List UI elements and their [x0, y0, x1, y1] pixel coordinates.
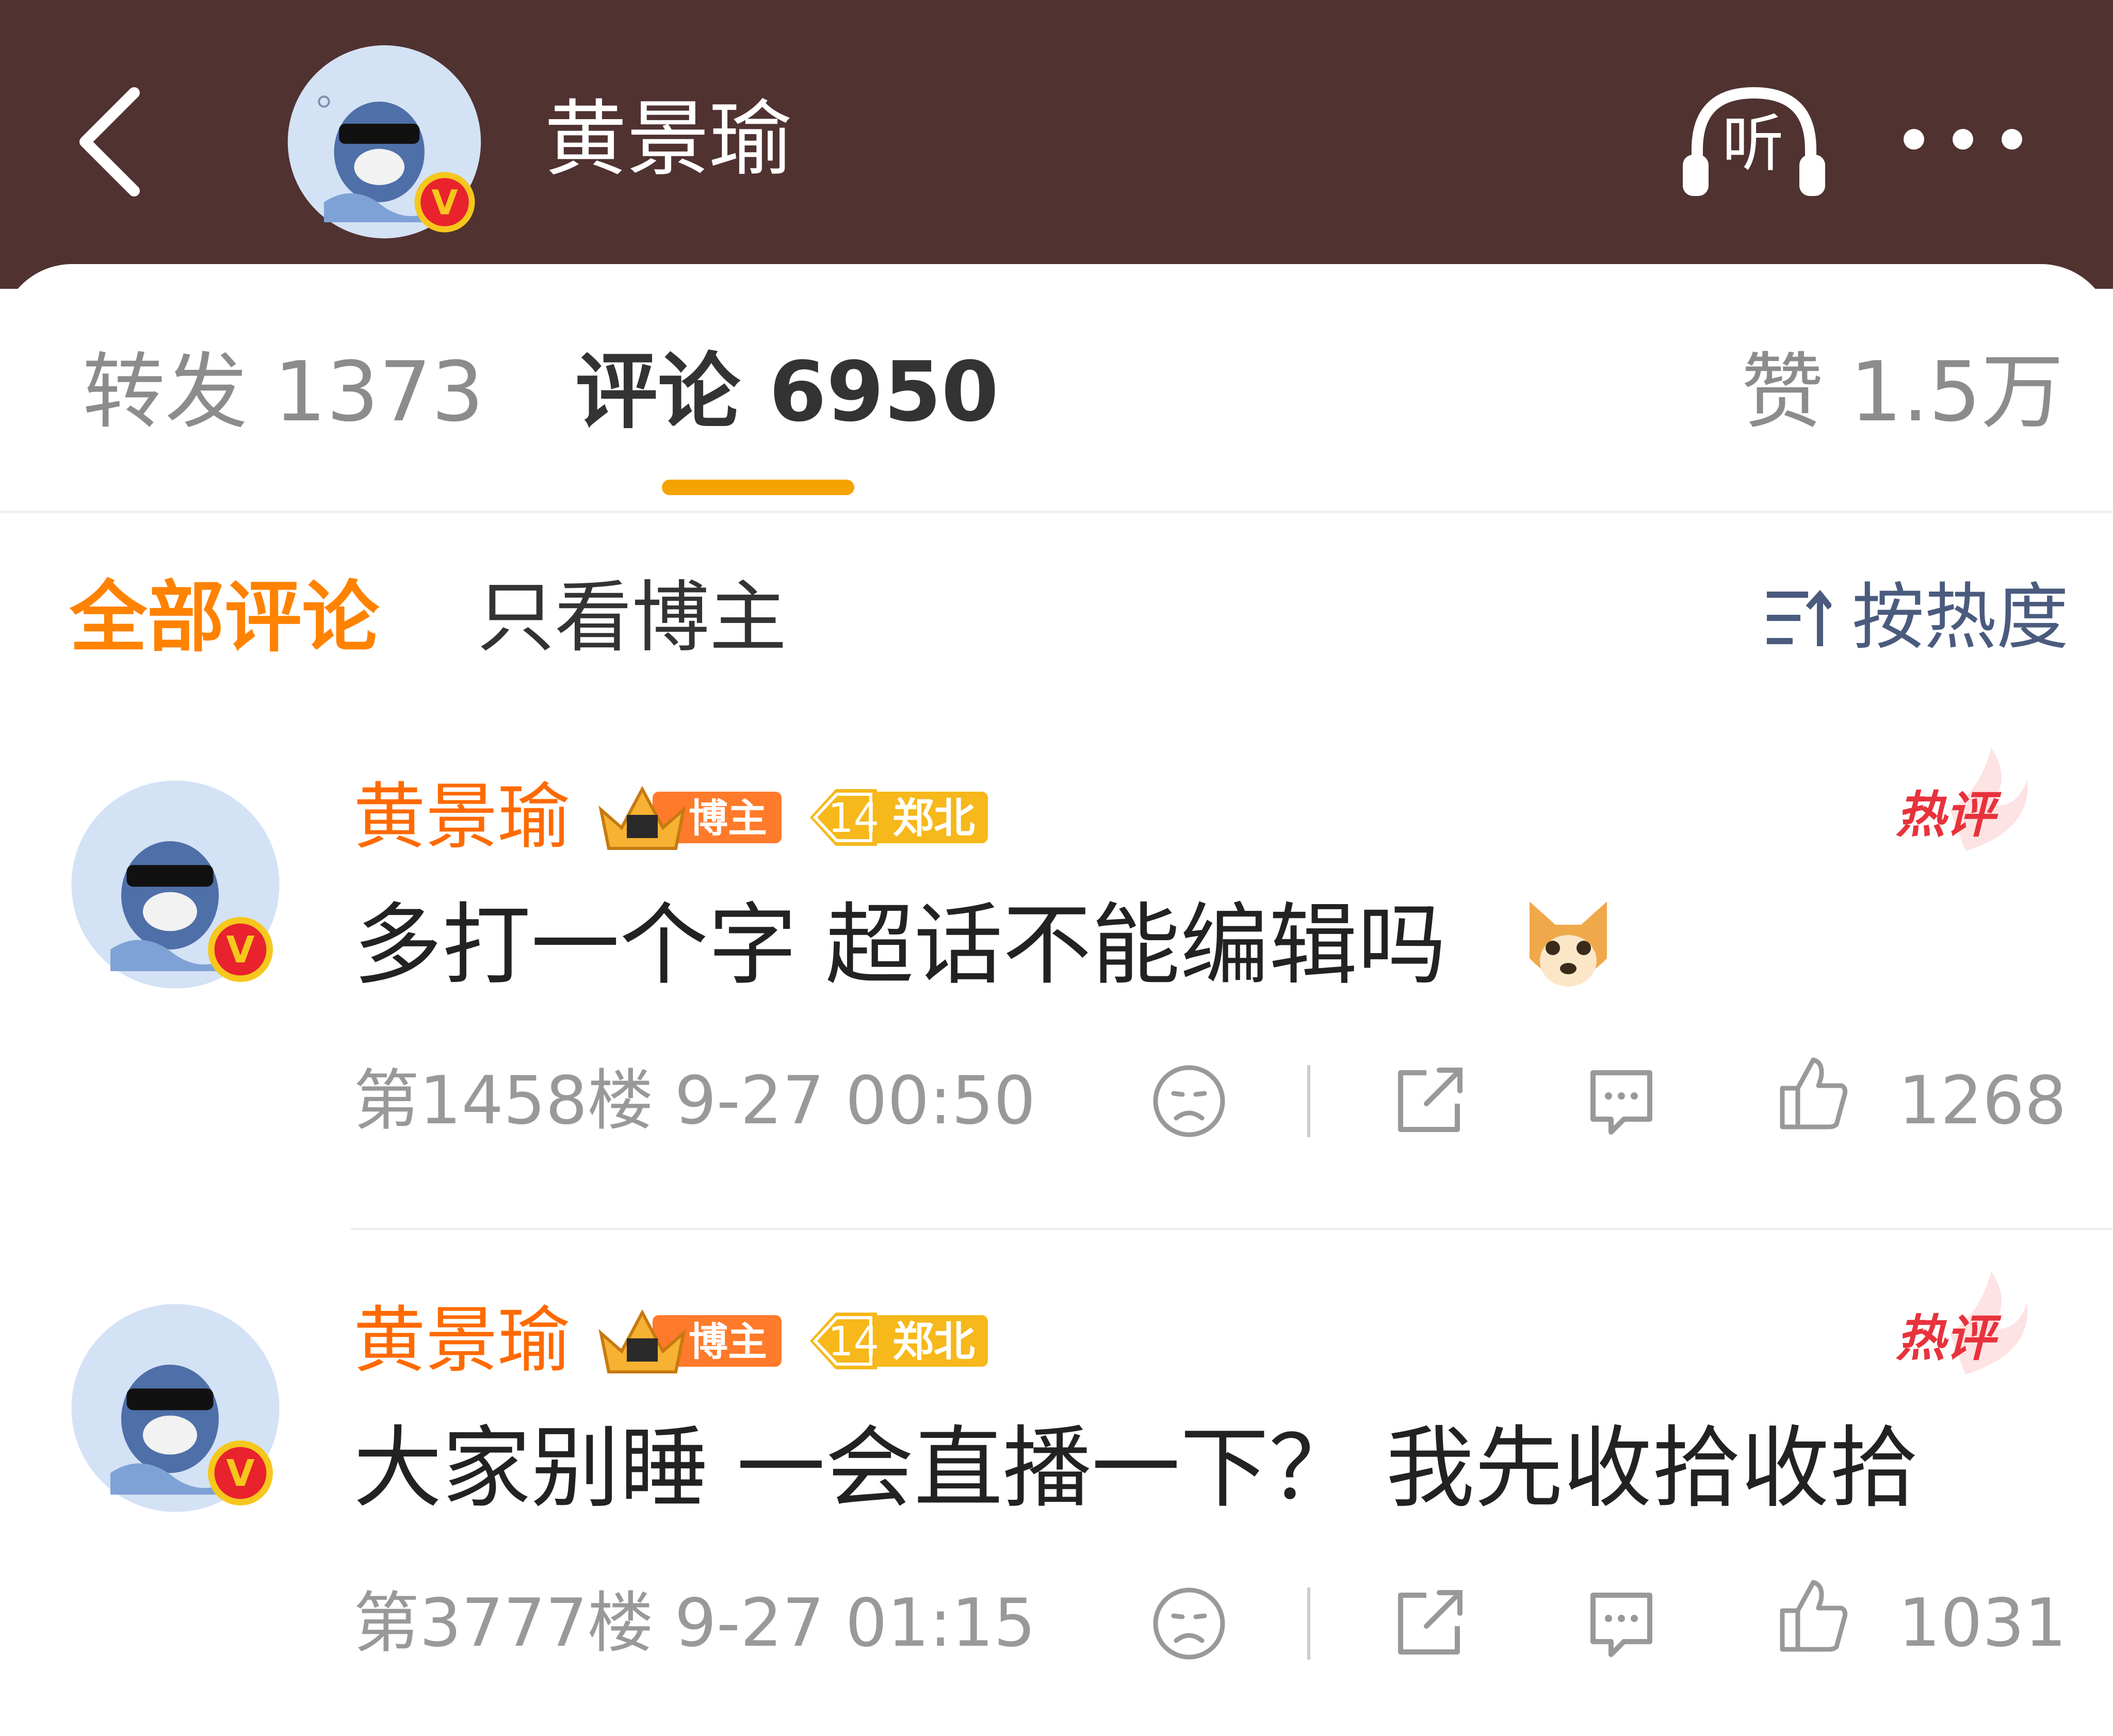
- back-arrow-icon[interactable]: [72, 83, 150, 201]
- tab-comments[interactable]: 评论 6950: [575, 340, 999, 444]
- comment-text: 多打一个字 超话不能编辑吗: [353, 893, 1446, 997]
- top-bar: V 黄景瑜 听: [0, 0, 2113, 289]
- listen-label[interactable]: 听: [1712, 106, 1794, 183]
- comment-username[interactable]: 黄景瑜: [353, 1297, 570, 1385]
- svg-text:V: V: [431, 182, 458, 222]
- tab-indicator: [662, 480, 854, 495]
- like-count: 1031: [1898, 1585, 2067, 1662]
- blogger-badge-label: 博主: [689, 1319, 767, 1365]
- location-label: 郑北: [892, 794, 975, 842]
- avatar[interactable]: V: [67, 1300, 284, 1516]
- level-number: 14: [828, 1319, 880, 1365]
- thumbs-up-icon[interactable]: [1775, 1055, 1852, 1132]
- comment-username[interactable]: 黄景瑜: [353, 774, 570, 861]
- level-number: 14: [828, 795, 880, 842]
- comment-text: 大家别睡 一会直播一下？ 我先收拾收拾: [353, 1416, 1919, 1520]
- like-count: 1268: [1898, 1062, 2067, 1139]
- avatar[interactable]: V: [67, 776, 284, 993]
- share-icon[interactable]: [1390, 1585, 1468, 1662]
- sort-icon: [1767, 589, 1831, 646]
- comment-meta: 第3777楼 9-27 01:15: [353, 1585, 1036, 1662]
- reply-icon[interactable]: [1583, 1585, 1660, 1662]
- hot-comment-label: 热评: [1896, 1309, 1995, 1367]
- thumbs-up-icon[interactable]: [1775, 1577, 1852, 1655]
- filter-blogger-only[interactable]: 只看博主: [477, 571, 787, 664]
- dog-face-icon: [1530, 902, 1607, 987]
- more-icon[interactable]: [1898, 124, 2027, 155]
- share-icon[interactable]: [1390, 1062, 1468, 1140]
- svg-text:V: V: [226, 1452, 254, 1495]
- dislike-face-icon[interactable]: [1150, 1585, 1228, 1662]
- divider: [0, 511, 2113, 513]
- location-label: 郑北: [892, 1318, 975, 1366]
- page-title: 黄景瑜: [544, 91, 792, 187]
- dislike-face-icon[interactable]: [1150, 1062, 1228, 1140]
- hot-comment-label: 热评: [1896, 786, 1995, 844]
- svg-text:V: V: [226, 928, 254, 971]
- divider: [351, 1228, 2113, 1230]
- comment-meta: 第1458楼 9-27 00:50: [353, 1062, 1036, 1139]
- divider: [1307, 1587, 1310, 1660]
- filter-all-comments[interactable]: 全部评论: [70, 571, 379, 664]
- reply-icon[interactable]: [1583, 1062, 1660, 1140]
- tab-reposts[interactable]: 转发 1373: [83, 340, 484, 444]
- tab-likes[interactable]: 赞 1.5万: [1741, 340, 2063, 444]
- sort-label: 按热度: [1852, 576, 2069, 660]
- blogger-badge-label: 博主: [689, 795, 767, 841]
- divider: [1307, 1065, 1310, 1137]
- avatar[interactable]: V: [284, 41, 485, 242]
